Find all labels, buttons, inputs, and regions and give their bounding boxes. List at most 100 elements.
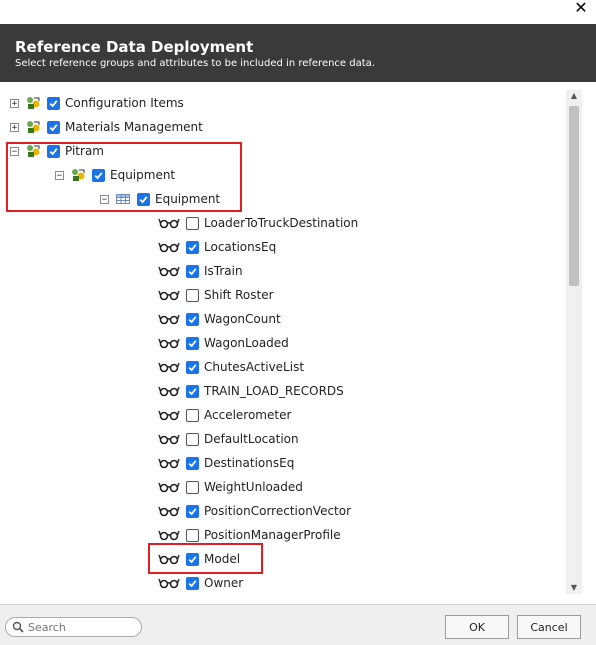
attribute-row[interactable]: Accelerometer bbox=[158, 404, 291, 426]
tree-group-label: Pitram bbox=[65, 144, 104, 158]
attribute-row[interactable]: Model bbox=[158, 548, 240, 570]
attribute-row[interactable]: Shift Roster bbox=[158, 284, 274, 306]
glasses-icon[interactable] bbox=[158, 289, 180, 301]
attribute-row[interactable]: DefaultLocation bbox=[158, 428, 299, 450]
tree-table-row[interactable]: − Equipment bbox=[100, 188, 220, 210]
checkbox-checked[interactable] bbox=[186, 336, 199, 350]
checkbox-checked[interactable] bbox=[92, 168, 105, 182]
tree-scrollbar[interactable]: ▲ ▼ bbox=[566, 90, 582, 594]
search-box[interactable] bbox=[5, 617, 142, 637]
checkbox-checked[interactable] bbox=[186, 360, 199, 374]
collapse-icon[interactable]: − bbox=[10, 146, 19, 156]
scroll-down-icon[interactable]: ▼ bbox=[566, 582, 582, 594]
tree-subgroup-row[interactable]: − Equipment bbox=[55, 164, 175, 186]
tree-group-row[interactable]: + Materials Management bbox=[10, 116, 203, 138]
attribute-label: LocationsEq bbox=[204, 240, 277, 254]
attribute-label: PositionManagerProfile bbox=[204, 528, 341, 542]
attribute-label: DestinationsEq bbox=[204, 456, 295, 470]
dialog-title: Reference Data Deployment bbox=[15, 38, 254, 56]
checkbox-checked[interactable] bbox=[186, 456, 199, 470]
search-icon bbox=[12, 621, 24, 633]
glasses-icon[interactable] bbox=[158, 385, 180, 397]
close-icon[interactable]: ✕ bbox=[572, 0, 590, 18]
checkbox-checked[interactable] bbox=[137, 192, 150, 206]
attribute-row[interactable]: WeightUnloaded bbox=[158, 476, 303, 498]
attribute-row[interactable]: WagonLoaded bbox=[158, 332, 289, 354]
attribute-row[interactable]: PositionCorrectionVector bbox=[158, 500, 351, 522]
checkbox-checked[interactable] bbox=[186, 384, 199, 398]
expand-icon[interactable]: + bbox=[10, 122, 19, 132]
glasses-icon[interactable] bbox=[158, 241, 180, 253]
attribute-label: TRAIN_LOAD_RECORDS bbox=[204, 384, 344, 398]
attribute-row[interactable]: WagonCount bbox=[158, 308, 281, 330]
attribute-row[interactable]: IsTrain bbox=[158, 260, 243, 282]
collapse-icon[interactable]: − bbox=[55, 170, 64, 180]
title-bar: ✕ bbox=[0, 0, 596, 24]
glasses-icon[interactable] bbox=[158, 337, 180, 349]
attribute-label: WeightUnloaded bbox=[204, 480, 303, 494]
tree-group-row[interactable]: − Pitram bbox=[10, 140, 104, 162]
checkbox-checked[interactable] bbox=[186, 264, 199, 278]
reference-group-icon bbox=[72, 169, 85, 181]
tree-group-row[interactable]: + Configuration Items bbox=[10, 92, 184, 114]
glasses-icon[interactable] bbox=[158, 553, 180, 565]
checkbox-checked[interactable] bbox=[186, 240, 199, 254]
expand-icon[interactable]: + bbox=[10, 98, 19, 108]
glasses-icon[interactable] bbox=[158, 529, 180, 541]
checkbox-checked[interactable] bbox=[186, 312, 199, 326]
attribute-label: Accelerometer bbox=[204, 408, 292, 422]
attribute-row[interactable]: LocationsEq bbox=[158, 236, 276, 258]
tree-subgroup-label: Equipment bbox=[110, 168, 176, 182]
attribute-label: PositionCorrectionVector bbox=[204, 504, 352, 518]
ok-button[interactable]: OK bbox=[445, 615, 509, 639]
glasses-icon[interactable] bbox=[158, 409, 180, 421]
glasses-icon[interactable] bbox=[158, 265, 180, 277]
collapse-icon[interactable]: − bbox=[100, 194, 109, 204]
glasses-icon[interactable] bbox=[158, 505, 180, 517]
dialog-footer: OK Cancel bbox=[0, 604, 596, 645]
table-icon bbox=[116, 194, 130, 204]
attribute-row[interactable]: PositionManagerProfile bbox=[158, 524, 341, 546]
attribute-row[interactable]: TRAIN_LOAD_RECORDS bbox=[158, 380, 344, 402]
glasses-icon[interactable] bbox=[158, 313, 180, 325]
attribute-label: WagonCount bbox=[204, 312, 281, 326]
glasses-icon[interactable] bbox=[158, 217, 180, 229]
checkbox-checked[interactable] bbox=[186, 504, 199, 518]
reference-group-icon bbox=[27, 121, 40, 133]
attribute-row[interactable]: LoaderToTruckDestination bbox=[158, 212, 358, 234]
tree-group-label: Configuration Items bbox=[65, 96, 184, 110]
attribute-row[interactable]: DestinationsEq bbox=[158, 452, 294, 474]
checkbox-checked[interactable] bbox=[186, 552, 199, 566]
reference-tree: + Configuration Items + Materials Managemen… bbox=[0, 82, 566, 600]
glasses-icon[interactable] bbox=[158, 457, 180, 469]
attribute-label: Shift Roster bbox=[204, 288, 274, 302]
checkbox-checked[interactable] bbox=[47, 96, 60, 110]
glasses-icon[interactable] bbox=[158, 361, 180, 373]
attribute-label: WagonLoaded bbox=[204, 336, 289, 350]
tree-group-label: Materials Management bbox=[65, 120, 203, 134]
scroll-thumb[interactable] bbox=[569, 106, 579, 286]
glasses-icon[interactable] bbox=[158, 577, 180, 589]
checkbox-unchecked[interactable] bbox=[186, 432, 199, 446]
scroll-up-icon[interactable]: ▲ bbox=[566, 90, 582, 102]
reference-group-icon bbox=[27, 97, 40, 109]
checkbox-unchecked[interactable] bbox=[186, 408, 199, 422]
checkbox-unchecked[interactable] bbox=[186, 480, 199, 494]
checkbox-unchecked[interactable] bbox=[186, 288, 199, 302]
search-input[interactable] bbox=[28, 620, 128, 634]
cancel-button[interactable]: Cancel bbox=[517, 615, 581, 639]
checkbox-unchecked[interactable] bbox=[186, 216, 199, 230]
dialog-subtitle: Select reference groups and attributes t… bbox=[15, 58, 375, 69]
attribute-row[interactable]: ChutesActiveList bbox=[158, 356, 304, 378]
glasses-icon[interactable] bbox=[158, 433, 180, 445]
attribute-label: IsTrain bbox=[204, 264, 243, 278]
checkbox-unchecked[interactable] bbox=[186, 528, 199, 542]
attribute-label: LoaderToTruckDestination bbox=[204, 216, 359, 230]
checkbox-checked[interactable] bbox=[47, 144, 60, 158]
attribute-label: ChutesActiveList bbox=[204, 360, 305, 374]
checkbox-checked[interactable] bbox=[47, 120, 60, 134]
attribute-label: DefaultLocation bbox=[204, 432, 299, 446]
attribute-row[interactable]: Owner bbox=[158, 572, 243, 594]
glasses-icon[interactable] bbox=[158, 481, 180, 493]
checkbox-checked[interactable] bbox=[186, 576, 199, 590]
